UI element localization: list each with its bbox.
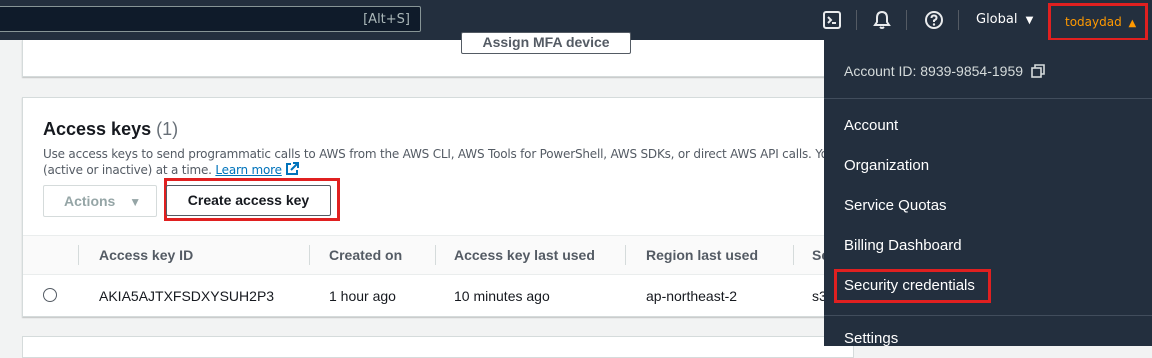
column-header-last-used[interactable]: Access key last used <box>454 247 595 263</box>
caret-up-icon: ▲ <box>1128 18 1137 29</box>
menu-item-billing-dashboard[interactable]: Billing Dashboard <box>844 237 962 254</box>
column-divider <box>435 245 436 265</box>
help-icon[interactable] <box>924 10 944 30</box>
access-keys-title: Access keys <box>43 119 152 139</box>
column-header-access-key-id[interactable]: Access key ID <box>99 247 193 263</box>
account-menu-button[interactable]: todaydad ▲ <box>1048 3 1148 41</box>
menu-item-service-quotas[interactable]: Service Quotas <box>844 197 947 214</box>
search-shortcut-hint: [Alt+S] <box>363 12 410 27</box>
search-input[interactable]: [Alt+S] <box>0 6 421 32</box>
column-divider <box>625 245 626 265</box>
description-text: (active or inactive) at a time. <box>43 163 212 177</box>
divider <box>958 10 959 30</box>
description-line: Use access keys to send programmatic cal… <box>43 147 860 161</box>
column-divider <box>309 245 310 265</box>
region-cell: ap-northeast-2 <box>646 288 738 304</box>
column-divider <box>793 245 794 265</box>
access-keys-panel: Access keys (1) Use access keys to send … <box>22 97 860 317</box>
caret-down-icon: ▼ <box>1025 15 1034 26</box>
copy-icon[interactable] <box>1031 64 1045 81</box>
access-keys-heading: Access keys (1) <box>43 119 178 140</box>
bell-icon[interactable] <box>872 10 892 30</box>
created-on-cell: 1 hour ago <box>329 288 396 304</box>
menu-item-security-credentials[interactable]: Security credentials <box>844 277 975 294</box>
menu-item-organization[interactable]: Organization <box>844 157 929 174</box>
mfa-panel: Assign MFA device <box>22 32 853 77</box>
create-access-key-button[interactable]: Create access key <box>166 185 331 216</box>
actions-label: Actions <box>64 193 116 209</box>
row-select-radio[interactable] <box>43 288 57 302</box>
column-divider <box>78 245 79 265</box>
account-id-row: Account ID: 8939-9854-1959 <box>844 63 1045 81</box>
access-key-id-cell: AKIA5AJTXFSDXYSUH2P3 <box>99 288 275 304</box>
divider <box>856 10 857 30</box>
menu-divider <box>824 315 1152 316</box>
table-row[interactable]: AKIA5AJTXFSDXYSUH2P3 1 hour ago 10 minut… <box>23 274 853 314</box>
username-label: todaydad <box>1065 15 1122 29</box>
menu-item-settings[interactable]: Settings <box>844 330 898 347</box>
access-keys-description: Use access keys to send programmatic cal… <box>43 146 860 180</box>
account-dropdown-menu: Account ID: 8939-9854-1959 Account Organ… <box>824 40 1152 347</box>
account-id: Account ID: 8939-9854-1959 <box>844 63 1024 79</box>
cloudshell-icon[interactable] <box>822 10 842 30</box>
caret-down-icon: ▼ <box>129 195 142 209</box>
menu-item-account[interactable]: Account <box>844 117 898 134</box>
assign-mfa-button[interactable]: Assign MFA device <box>461 32 631 54</box>
menu-divider <box>824 98 1152 99</box>
column-header-created-on[interactable]: Created on <box>329 247 402 263</box>
column-header-region[interactable]: Region last used <box>646 247 758 263</box>
region-selector[interactable]: Global ▼ <box>976 12 1033 27</box>
access-keys-count: (1) <box>156 119 179 139</box>
description-line: (active or inactive) at a time. Learn mo… <box>43 162 833 180</box>
last-used-cell: 10 minutes ago <box>454 288 550 304</box>
region-label: Global <box>976 12 1018 27</box>
table-header: Access key ID Created on Access key last… <box>23 235 853 275</box>
divider <box>906 10 907 30</box>
next-panel <box>22 336 854 358</box>
actions-dropdown[interactable]: Actions ▼ <box>43 185 157 217</box>
learn-more-link[interactable]: Learn more <box>215 163 282 177</box>
